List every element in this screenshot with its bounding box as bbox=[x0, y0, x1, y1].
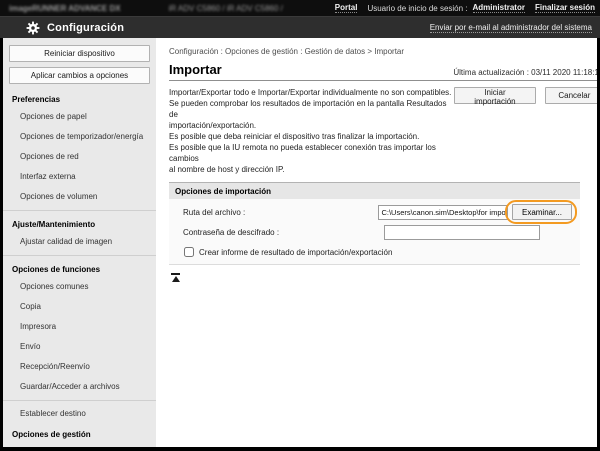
sidebar-section-ajuste-mantenimiento: Ajuste/Mantenimiento bbox=[3, 214, 156, 232]
settings-appbar: Configuración Enviar por e-mail al admin… bbox=[0, 16, 600, 38]
logout-link[interactable]: Finalizar sesión bbox=[535, 3, 595, 13]
sidebar-item-envio[interactable]: Envío bbox=[3, 337, 156, 357]
sidebar-item-opciones-comunes[interactable]: Opciones comunes bbox=[3, 277, 156, 297]
login-user-link[interactable]: Administrator bbox=[473, 3, 525, 13]
browser-window: imageRUNNER ADVANCE DX iR ADV C5860 / iR… bbox=[0, 0, 600, 451]
last-update-timestamp: Última actualización : 03/11 2020 11:18:… bbox=[453, 68, 597, 77]
restart-device-button[interactable]: Reiniciar dispositivo bbox=[9, 45, 150, 62]
settings-sidebar: Reiniciar dispositivo Aplicar cambios a … bbox=[3, 38, 156, 447]
browse-button[interactable]: Examinar... bbox=[512, 204, 572, 220]
sidebar-divider bbox=[3, 400, 156, 401]
sidebar-item-copia[interactable]: Copia bbox=[3, 297, 156, 317]
page-title: Importar bbox=[169, 62, 222, 77]
gear-icon bbox=[26, 21, 40, 35]
mail-admin-link[interactable]: Enviar por e-mail al administrador del s… bbox=[430, 23, 592, 33]
sidebar-item-opciones-de-volumen[interactable]: Opciones de volumen bbox=[3, 187, 156, 207]
file-path-label: Ruta del archivo : bbox=[177, 208, 378, 217]
device-topbar: imageRUNNER ADVANCE DX iR ADV C5860 / iR… bbox=[0, 0, 600, 16]
portal-link[interactable]: Portal bbox=[335, 3, 358, 13]
import-description: Importar/Exportar todo e Importar/Export… bbox=[169, 87, 454, 175]
sidebar-item-ajustar-calidad-de-imagen[interactable]: Ajustar calidad de imagen bbox=[3, 232, 156, 252]
decryption-password-label: Contraseña de descifrado : bbox=[177, 228, 384, 237]
sidebar-item-opciones-de-papel[interactable]: Opciones de papel bbox=[3, 107, 156, 127]
login-user-label: Usuario de inicio de sesión : bbox=[367, 4, 467, 13]
apply-settings-button[interactable]: Aplicar cambios a opciones bbox=[9, 67, 150, 84]
sidebar-section-preferencias: Preferencias bbox=[3, 89, 156, 107]
create-report-checkbox[interactable] bbox=[184, 247, 194, 257]
sidebar-item-opciones-de-temporizador-energia[interactable]: Opciones de temporizador/energía bbox=[3, 127, 156, 147]
sidebar-divider bbox=[3, 210, 156, 211]
create-report-label: Crear informe de resultado de importació… bbox=[199, 248, 392, 257]
device-model-text: iR ADV C5860 / iR ADV C5860 / bbox=[169, 4, 283, 13]
sidebar-item-guardar-acceder-a-archivos[interactable]: Guardar/Acceder a archivos bbox=[3, 377, 156, 397]
sidebar-item-establecer-destino[interactable]: Establecer destino bbox=[3, 404, 156, 424]
sidebar-item-gestion-de-usuarios[interactable]: Gestión de usuarios bbox=[3, 442, 156, 447]
cancel-button[interactable]: Cancelar bbox=[545, 87, 597, 104]
sidebar-item-opciones-de-red[interactable]: Opciones de red bbox=[3, 147, 156, 167]
back-to-top-icon[interactable] bbox=[171, 273, 181, 282]
breadcrumb: Configuración : Opciones de gestión : Ge… bbox=[169, 47, 597, 56]
sidebar-item-impresora[interactable]: Impresora bbox=[3, 317, 156, 337]
sidebar-section-opciones-de-gestion: Opciones de gestión bbox=[3, 424, 156, 442]
sidebar-divider bbox=[3, 255, 156, 256]
sidebar-section-opciones-de-funciones: Opciones de funciones bbox=[3, 259, 156, 277]
decryption-password-input[interactable] bbox=[384, 225, 540, 240]
main-content: Configuración : Opciones de gestión : Ge… bbox=[156, 38, 597, 447]
sidebar-item-recepcion-reenvio[interactable]: Recepción/Reenvío bbox=[3, 357, 156, 377]
device-logo: imageRUNNER ADVANCE DX bbox=[9, 4, 121, 13]
page-app-title: Configuración bbox=[47, 22, 124, 34]
import-options-header: Opciones de importación bbox=[169, 182, 580, 199]
file-path-input[interactable] bbox=[378, 205, 508, 220]
sidebar-item-interfaz-externa[interactable]: Interfaz externa bbox=[3, 167, 156, 187]
start-import-button[interactable]: Iniciar importación bbox=[454, 87, 537, 104]
import-options-panel: Opciones de importación Ruta del archivo… bbox=[169, 182, 580, 265]
